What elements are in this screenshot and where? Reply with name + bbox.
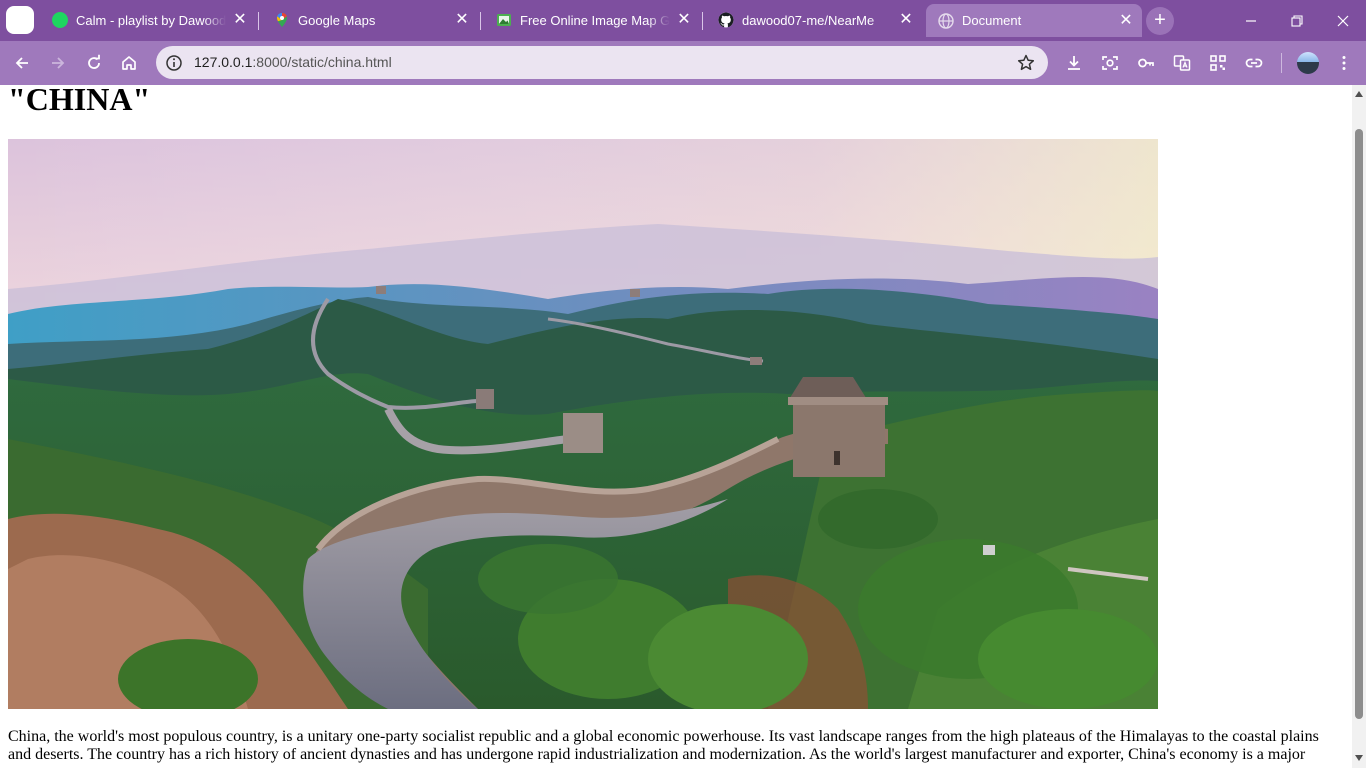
- tab-github[interactable]: dawood07-me/NearMe ✕: [706, 5, 922, 35]
- close-icon[interactable]: ✕: [232, 12, 248, 28]
- globe-icon: [938, 12, 954, 29]
- back-button[interactable]: [6, 47, 38, 79]
- description-paragraph: China, the world's most populous country…: [8, 728, 1319, 763]
- url-path: :8000/static/china.html: [252, 54, 392, 70]
- lens-icon: [1102, 56, 1118, 70]
- tab-title: dawood07-me/NearMe: [742, 12, 875, 28]
- home-button[interactable]: [113, 47, 145, 79]
- more-vert-icon: [1342, 56, 1346, 70]
- new-tab-button[interactable]: +: [1146, 7, 1174, 35]
- restore-icon: [1291, 14, 1303, 27]
- minimize-button[interactable]: [1228, 0, 1274, 41]
- tab-google-maps[interactable]: Google Maps ✕: [262, 5, 478, 35]
- bookmark-star-icon[interactable]: [1016, 53, 1036, 73]
- tab-title: Document: [962, 13, 1022, 28]
- tab-title: Free Online Image Map Generator: [520, 12, 670, 28]
- profile-avatar[interactable]: [1297, 52, 1319, 74]
- tab-strip: Calm - playlist by Dawood07 ✕ Google Map…: [0, 0, 1366, 41]
- page-viewport: "CHINA" China, the world's most populous…: [0, 85, 1352, 768]
- page-title: "CHINA": [8, 85, 151, 117]
- great-wall-image: [8, 139, 1158, 709]
- arrow-left-icon: [15, 57, 28, 69]
- scroll-down-button[interactable]: [1352, 751, 1366, 765]
- link-icon: [1245, 58, 1263, 68]
- scrollbar-thumb[interactable]: [1355, 129, 1363, 719]
- google-lens-button[interactable]: [1094, 47, 1126, 79]
- url-host: 127.0.0.1: [194, 54, 253, 70]
- close-icon[interactable]: ✕: [1118, 12, 1134, 29]
- scroll-up-button[interactable]: [1352, 87, 1366, 101]
- triangle-down-icon: [1355, 755, 1363, 761]
- reload-icon: [88, 54, 100, 69]
- key-icon: [1138, 58, 1154, 68]
- close-icon[interactable]: ✕: [898, 12, 914, 28]
- google-maps-icon: [274, 12, 290, 28]
- close-icon: [1337, 15, 1349, 26]
- url-text: 127.0.0.1:8000/static/china.html: [194, 54, 392, 70]
- close-icon[interactable]: ✕: [676, 12, 692, 28]
- github-icon: [718, 12, 734, 28]
- downloads-button[interactable]: [1058, 47, 1090, 79]
- tab-document[interactable]: Document ✕: [926, 4, 1142, 37]
- qr-code-button[interactable]: [1202, 47, 1234, 79]
- tab-title: Google Maps: [298, 12, 376, 28]
- image-map-generator-icon: [496, 12, 512, 28]
- address-bar[interactable]: 127.0.0.1:8000/static/china.html: [156, 46, 1048, 79]
- translate-button[interactable]: [1166, 47, 1198, 79]
- password-manager-button[interactable]: [1130, 47, 1162, 79]
- spotify-icon: [52, 12, 68, 28]
- tab-title: Calm - playlist by Dawood07: [76, 12, 226, 28]
- arrow-right-icon: [52, 57, 65, 69]
- forward-button[interactable]: [42, 47, 74, 79]
- home-icon: [122, 56, 136, 70]
- minimize-icon: [1246, 19, 1256, 22]
- translate-icon: [1173, 55, 1191, 71]
- qr-code-icon: [1210, 55, 1226, 71]
- restore-button[interactable]: [1274, 0, 1320, 41]
- browser-menu-icon[interactable]: [6, 6, 34, 34]
- download-icon: [1068, 56, 1080, 70]
- triangle-up-icon: [1355, 91, 1363, 97]
- tab-divider: [480, 12, 481, 30]
- site-info-icon[interactable]: [164, 53, 184, 73]
- tab-image-map-generator[interactable]: Free Online Image Map Generator ✕: [484, 5, 700, 35]
- close-window-button[interactable]: [1320, 0, 1366, 41]
- close-icon[interactable]: ✕: [454, 12, 470, 28]
- copy-link-button[interactable]: [1238, 47, 1270, 79]
- tab-divider: [258, 12, 259, 30]
- reload-button[interactable]: [78, 47, 110, 79]
- tab-spotify[interactable]: Calm - playlist by Dawood07 ✕: [40, 5, 256, 35]
- browser-toolbar: 127.0.0.1:8000/static/china.html: [0, 41, 1366, 85]
- tab-divider: [702, 12, 703, 30]
- vertical-scrollbar[interactable]: [1352, 85, 1366, 768]
- browser-menu-button[interactable]: [1328, 47, 1360, 79]
- toolbar-divider: [1281, 53, 1282, 73]
